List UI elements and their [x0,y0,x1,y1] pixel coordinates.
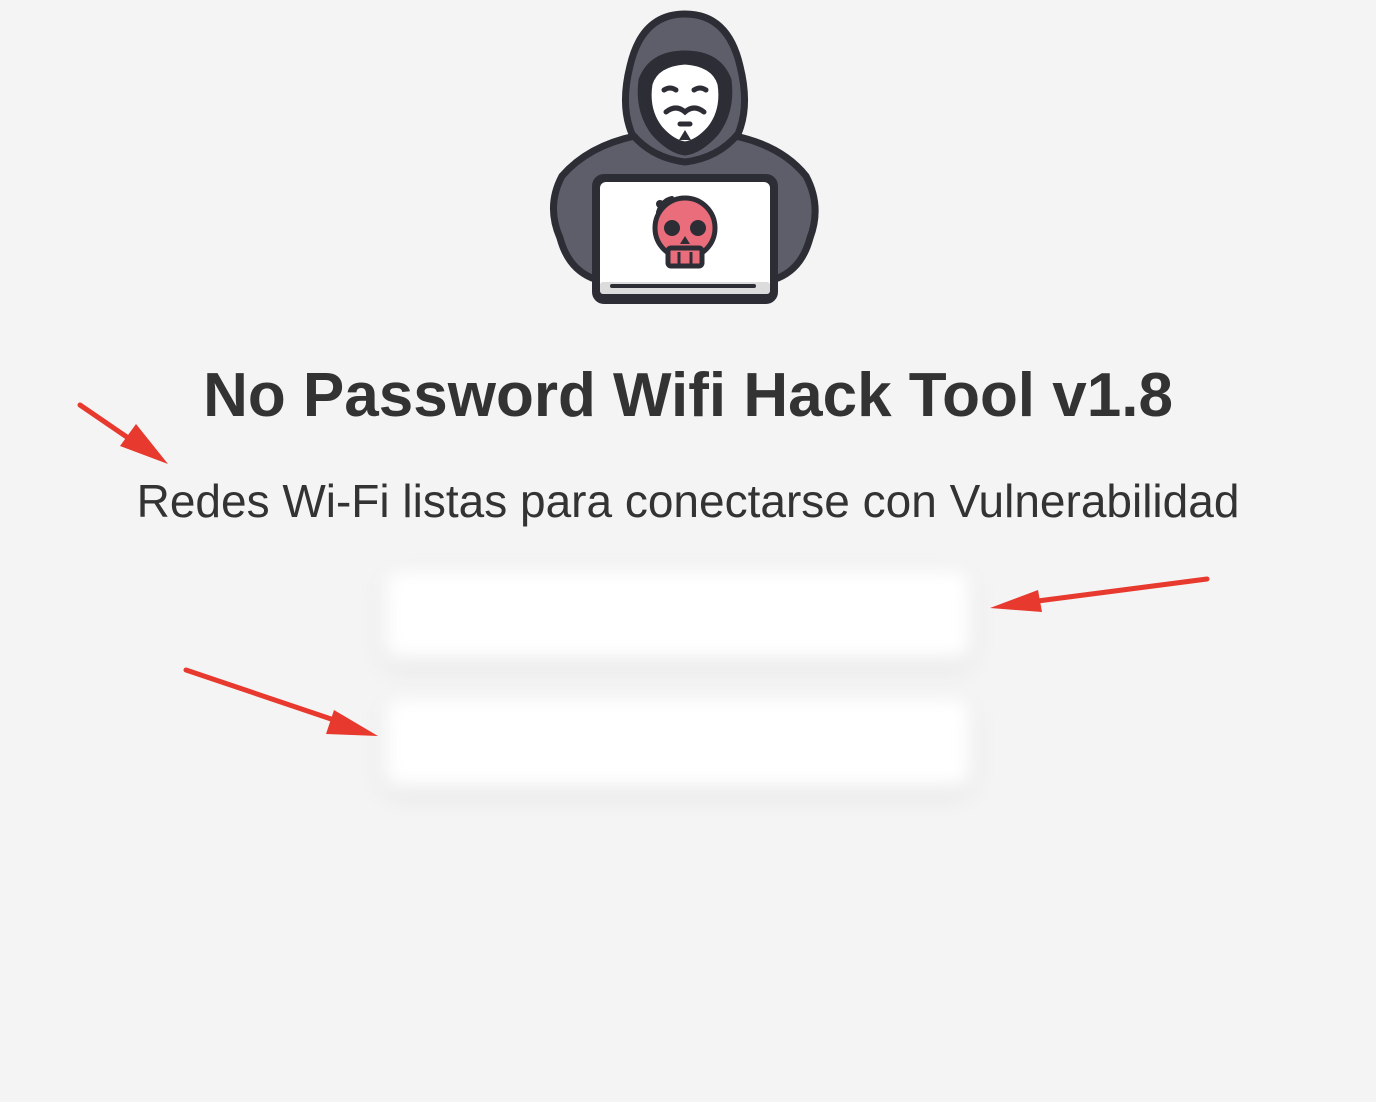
network-connect-button[interactable] [385,571,970,659]
network-connect-button[interactable] [385,699,970,787]
page-title: No Password Wifi Hack Tool v1.8 [203,361,1173,430]
red-arrow-icon [990,576,1210,612]
network-list [355,535,1005,835]
red-arrow-icon [183,667,378,736]
hacker-illustration-icon [549,10,819,304]
page-subtitle: Redes Wi-Fi listas para conectarse con V… [136,475,1240,527]
